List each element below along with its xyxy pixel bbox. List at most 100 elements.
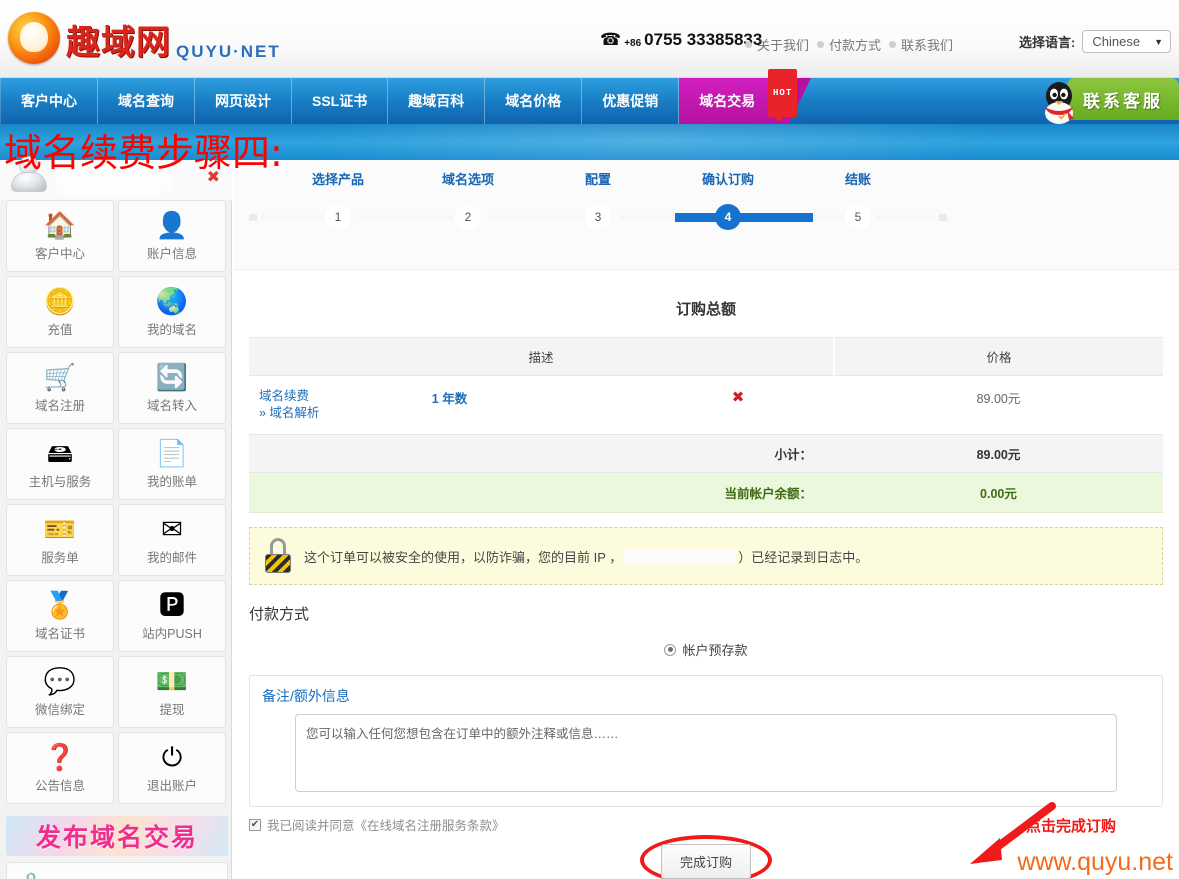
sidebar-item-my-mail[interactable]: ✉ 我的邮件 (118, 504, 226, 576)
account-sidebar: ✖ 🏠 客户中心 👤 账户信息 🪙 充值 🌏 我的域名 🛒 域名注册 🔄 域名转入 🖴 主机与… (0, 156, 232, 879)
remove-item-icon[interactable]: ✖ (732, 389, 745, 406)
order-item-name[interactable]: 域名续费 (249, 388, 432, 405)
sidebar-item-recharge[interactable]: 🪙 充值 (6, 276, 114, 348)
sidebar-tile-label: 主机与服务 (28, 475, 92, 489)
payment-option-row[interactable]: 帐户预存款 (233, 640, 1179, 659)
redacted-ip (624, 549, 737, 563)
sidebar-item-my-invoices[interactable]: 📄 我的账单 (118, 428, 226, 500)
header-link-contact[interactable]: 联系我们 (889, 35, 953, 54)
order-notes-input[interactable] (295, 714, 1117, 792)
sidebar-item-hosting[interactable]: 🖴 主机与服务 (6, 428, 114, 500)
sidebar-item-announcements[interactable]: ❓ 公告信息 (6, 732, 114, 804)
order-balance-value: 0.00元 (833, 472, 1163, 513)
logo-mark-icon (8, 12, 60, 64)
step-label-1[interactable]: 选择产品 (312, 169, 364, 188)
order-balance-label: 当前帐户余额： (249, 472, 834, 513)
sidebar-item-wechat-bind[interactable]: 💬 微信绑定 (6, 656, 114, 728)
user-edit-icon: 👤 (155, 210, 189, 240)
track-segment (619, 215, 679, 220)
sidebar-tile-label: 公告信息 (34, 779, 85, 793)
server-icon: 🖴 (46, 438, 74, 468)
home-icon: 🏠 (43, 210, 77, 240)
sidebar-item-withdraw[interactable]: 💵 提现 (118, 656, 226, 728)
order-table-header-row: 描述 价格 (249, 337, 1163, 376)
sidebar-tile-label: 域名证书 (34, 627, 85, 641)
order-summary: 订购总额 描述 价格 域名续费 » 域名解析 1 年数 ✖ 89.00元 小计：… (233, 270, 1179, 513)
step-label-3[interactable]: 配置 (585, 169, 611, 188)
nav-item-web-design[interactable]: 网页设计 (195, 78, 292, 124)
push-icon: 🅿 (158, 590, 185, 620)
invoice-icon: 📄 (155, 438, 189, 468)
step-node-3[interactable]: 3 (585, 204, 611, 230)
nav-item-domain-trade-label: 域名交易 (699, 93, 756, 109)
language-dropdown[interactable]: Chinese ▼ (1082, 30, 1171, 53)
sidebar-item-my-domains[interactable]: 🌏 我的域名 (118, 276, 226, 348)
phone-icon: ☎ (600, 30, 622, 49)
header-link-about-label: 关于我们 (757, 38, 810, 53)
site-watermark: www.quyu.net (1017, 848, 1173, 876)
order-item-term: 1 年数 (432, 376, 642, 435)
site-logo[interactable]: 趣域网 QUYU·NET (8, 12, 281, 64)
order-notes-label: 备注/额外信息 (262, 688, 350, 704)
terms-row[interactable]: ✔ 我已阅读并同意《在线域名注册服务条款》 (249, 815, 1179, 834)
order-subtotal-row: 小计： 89.00元 (249, 434, 1163, 473)
close-icon[interactable]: ✖ (207, 170, 220, 186)
sidebar-extra-panel[interactable]: 🔒 (6, 862, 228, 879)
track-segment (875, 215, 935, 220)
sidebar-item-domain-certificate[interactable]: 🏅 域名证书 (6, 580, 114, 652)
phone-country-code: +86 (624, 37, 642, 49)
payment-radio-prepaid[interactable] (664, 643, 677, 656)
header-link-about[interactable]: 关于我们 (745, 35, 809, 54)
nav-item-domain-price[interactable]: 域名价格 (485, 78, 583, 124)
sidebar-tile-label: 提现 (159, 703, 185, 717)
step-node-1[interactable]: 1 (325, 204, 351, 230)
sidebar-tile-label: 客户中心 (34, 247, 85, 261)
complete-order-button[interactable]: 完成订购 (660, 844, 752, 879)
order-item-sub[interactable]: » 域名解析 (249, 405, 432, 422)
header-link-payment[interactable]: 付款方式 (817, 35, 881, 54)
step-node-2[interactable]: 2 (455, 204, 481, 230)
order-summary-title: 订购总额 (675, 301, 736, 318)
sidebar-item-customer-center[interactable]: 🏠 客户中心 (6, 200, 114, 272)
sidebar-tile-label: 账户信息 (146, 247, 197, 261)
table-row: 域名续费 » 域名解析 1 年数 ✖ 89.00元 (249, 376, 1163, 435)
order-table: 描述 价格 域名续费 » 域名解析 1 年数 ✖ 89.00元 小计： 89.0… (249, 337, 1163, 513)
sidebar-tile-label: 微信绑定 (34, 703, 85, 717)
page-banner (0, 124, 1179, 160)
contact-service-button[interactable]: 联系客服 (1027, 76, 1179, 124)
step-label-4[interactable]: 确认订购 (702, 169, 754, 188)
sidebar-item-site-push[interactable]: 🅿 站内PUSH (118, 580, 226, 652)
contact-service-label: 联系客服 (1067, 78, 1179, 120)
order-item-description: 域名续费 » 域名解析 (249, 376, 432, 435)
sidebar-tile-label: 我的账单 (146, 475, 197, 489)
terms-label[interactable]: 我已阅读并同意《在线域名注册服务条款》 (267, 815, 505, 834)
lock-icon (264, 538, 292, 574)
nav-item-ssl-cert[interactable]: SSL证书 (292, 78, 389, 124)
bullet-icon (745, 41, 752, 48)
help-icon: ❓ (43, 742, 77, 772)
nav-item-promotion[interactable]: 优惠促销 (582, 78, 680, 124)
sidebar-tile-label: 域名转入 (146, 399, 197, 413)
terms-checkbox[interactable]: ✔ (249, 818, 261, 831)
nav-item-domain-trade[interactable]: HOT 域名交易 (679, 69, 812, 124)
step-label-2[interactable]: 域名选项 (442, 169, 494, 188)
sidebar-item-domain-transfer[interactable]: 🔄 域名转入 (118, 352, 226, 424)
order-col-description: 描述 (249, 337, 835, 376)
nav-item-domain-search[interactable]: 域名查询 (98, 78, 195, 124)
nav-item-customer-center[interactable]: 客户中心 (0, 78, 98, 124)
step-label-5[interactable]: 结账 (845, 169, 871, 188)
step-node-5[interactable]: 5 (845, 204, 871, 230)
header-link-payment-label: 付款方式 (829, 38, 882, 53)
publish-domain-trade-banner[interactable]: 发布域名交易 (6, 816, 228, 856)
sidebar-item-account-info[interactable]: 👤 账户信息 (118, 200, 226, 272)
sidebar-item-service-tickets[interactable]: 🎫 服务单 (6, 504, 114, 576)
sidebar-item-domain-register[interactable]: 🛒 域名注册 (6, 352, 114, 424)
language-selector[interactable]: 选择语言: Chinese ▼ (1019, 30, 1171, 53)
track-cap-right (939, 214, 947, 221)
nav-item-wiki[interactable]: 趣域百科 (388, 78, 486, 124)
checkout-steps: 选择产品 域名选项 配置 确认订购 结账 1 2 3 4 5 (233, 160, 1179, 270)
step-node-4[interactable]: 4 (715, 204, 741, 230)
sidebar-item-logout[interactable]: ⏻ 退出账户 (118, 732, 226, 804)
security-notice-text-before: 这个订单可以被安全的使用，以防诈骗，您的目前 IP ， (304, 549, 623, 565)
globe-icon: 🌏 (155, 286, 189, 316)
